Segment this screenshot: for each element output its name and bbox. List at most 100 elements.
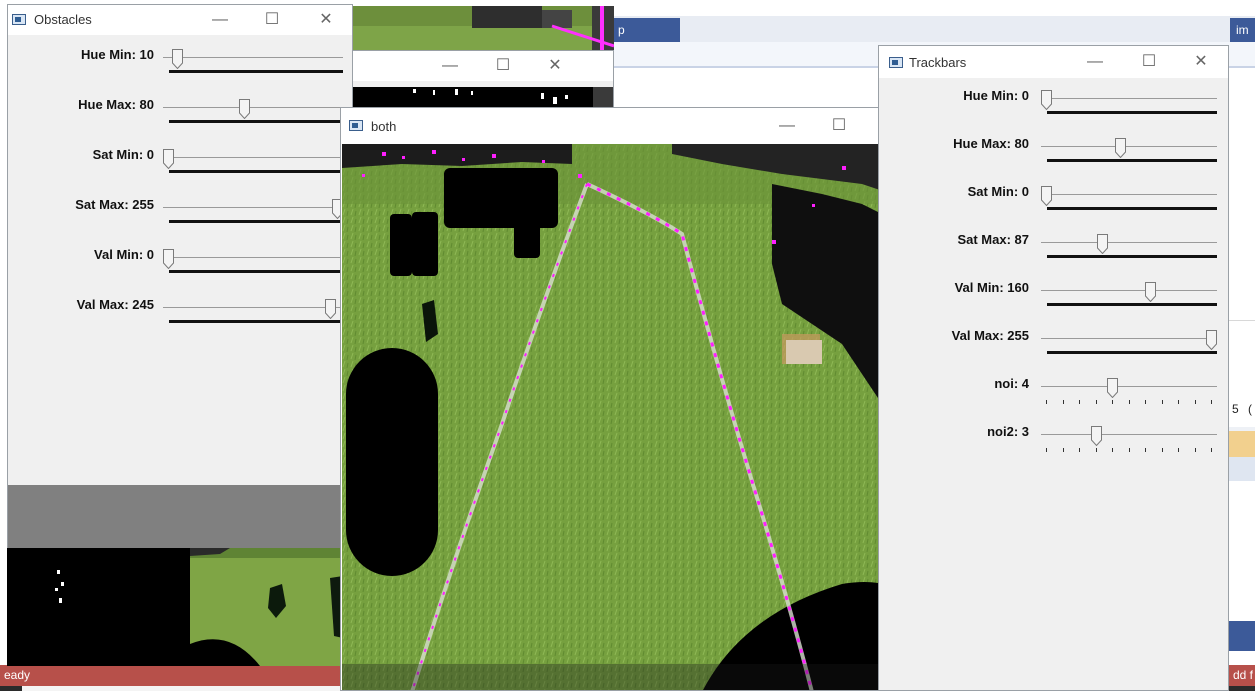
trackbar-row: Sat Min: 0 xyxy=(879,184,1228,214)
trackbar-row: noi2: 3 xyxy=(879,424,1228,454)
trackbar-row: Hue Max: 80 xyxy=(8,95,352,125)
obstacles-result-graphic xyxy=(190,548,343,666)
trackbar-label: Sat Min: 0 xyxy=(967,184,1029,199)
trackbar-tick xyxy=(1145,400,1146,404)
window-app-icon xyxy=(12,14,26,25)
trackbar-row: Sat Max: 87 xyxy=(879,232,1228,262)
trackbar-track[interactable] xyxy=(1041,194,1217,195)
trackbar-label: Sat Max: 87 xyxy=(957,232,1029,247)
trackbar-thumb[interactable] xyxy=(1107,378,1118,398)
trackbar-label: Val Min: 0 xyxy=(94,247,154,262)
obstacles-mask-image xyxy=(7,548,190,666)
trackbar-track[interactable] xyxy=(1041,290,1217,291)
ide-right-glyph-2: ( xyxy=(1248,402,1252,416)
trackbar-tick xyxy=(1194,448,1196,452)
ide-right-glyph-1: 5 xyxy=(1232,402,1239,416)
trackbar-underline xyxy=(1047,207,1217,210)
trackbar-thumb[interactable] xyxy=(238,99,250,119)
obstacles-maximize-button[interactable]: ☐ xyxy=(260,9,284,31)
ide-tab-2[interactable]: im xyxy=(1230,18,1255,42)
trackbar-thumb[interactable] xyxy=(1144,282,1156,302)
trackbar-label: Hue Min: 0 xyxy=(963,88,1029,103)
trackbar-tick xyxy=(1112,448,1113,452)
both-maximize-button[interactable]: ☐ xyxy=(827,115,851,137)
trackbar-row: Val Min: 160 xyxy=(879,280,1228,310)
both-minimize-button[interactable]: — xyxy=(775,115,799,137)
trackbar-thumb[interactable] xyxy=(1114,138,1126,158)
trackbar-track[interactable] xyxy=(163,107,343,108)
ide-tab-2-label: im xyxy=(1236,23,1249,37)
both-camera-image xyxy=(342,144,921,690)
obstacles-window-title: Obstacles xyxy=(34,12,92,27)
obstacles-mask-graphic xyxy=(7,548,190,666)
trackbar-track[interactable] xyxy=(163,257,343,258)
trackbar-tick xyxy=(1178,400,1179,404)
camera-image-strip xyxy=(352,6,614,52)
untitled-minimize-button[interactable]: — xyxy=(438,55,462,77)
camera-image-strip-graphic xyxy=(352,6,614,52)
trackbar-tick xyxy=(1112,400,1113,404)
obstacles-result-image xyxy=(190,548,343,666)
trackbars-close-button[interactable]: ✕ xyxy=(1189,51,1213,73)
trackbar-tick xyxy=(1079,448,1080,452)
obstacles-minimize-button[interactable]: — xyxy=(208,9,232,31)
both-camera-graphic xyxy=(342,144,921,690)
trackbar-thumb[interactable] xyxy=(1041,186,1052,206)
trackbar-track[interactable] xyxy=(1041,146,1217,147)
ide-status-left-text: eady xyxy=(4,668,31,682)
trackbar-label: Sat Max: 255 xyxy=(75,197,154,212)
trackbar-track[interactable] xyxy=(1041,242,1217,243)
trackbar-thumb[interactable] xyxy=(1097,234,1109,254)
obstacles-close-button[interactable]: ✕ xyxy=(314,9,338,31)
trackbar-tick xyxy=(1095,400,1097,404)
both-window: both — ☐ ✕ xyxy=(340,107,922,691)
trackbar-tick xyxy=(1161,448,1163,452)
trackbar-label: noi: 4 xyxy=(994,376,1029,391)
trackbar-thumb[interactable] xyxy=(1090,426,1102,446)
trackbar-track[interactable] xyxy=(1041,338,1217,339)
trackbar-track[interactable] xyxy=(1041,98,1217,99)
trackbar-underline xyxy=(169,220,343,223)
trackbar-thumb[interactable] xyxy=(163,249,174,269)
trackbar-label: Val Max: 245 xyxy=(76,297,154,312)
trackbar-underline xyxy=(1047,303,1217,306)
trackbar-track[interactable] xyxy=(163,157,343,158)
trackbar-row: Val Max: 245 xyxy=(8,295,352,325)
trackbar-track[interactable] xyxy=(1041,434,1217,435)
trackbar-row: noi: 4 xyxy=(879,376,1228,406)
untitled-window-titlebar[interactable]: — ☐ ✕ xyxy=(353,51,613,81)
trackbar-row: Sat Min: 0 xyxy=(8,145,352,175)
trackbar-tick xyxy=(1161,400,1163,404)
trackbar-label: Sat Min: 0 xyxy=(92,147,154,162)
trackbars-maximize-button[interactable]: ☐ xyxy=(1137,51,1161,73)
obstacles-window: Obstacles — ☐ ✕ Hue Min: 10 Hue Max: 80 Sa… xyxy=(7,4,353,552)
trackbar-label: Hue Max: 80 xyxy=(78,97,154,112)
untitled-close-button[interactable]: ✕ xyxy=(543,55,567,77)
trackbar-track[interactable] xyxy=(163,57,343,58)
trackbar-label: Hue Min: 10 xyxy=(81,47,154,62)
trackbar-underline xyxy=(1047,351,1217,354)
trackbars-minimize-button[interactable]: — xyxy=(1083,51,1107,73)
both-window-titlebar[interactable]: both — ☐ ✕ xyxy=(341,108,921,144)
ide-tab-1[interactable]: p xyxy=(612,18,680,42)
trackbar-row: Val Max: 255 xyxy=(879,328,1228,358)
trackbar-thumb[interactable] xyxy=(163,149,174,169)
ide-tab-1-label: p xyxy=(618,23,625,37)
untitled-maximize-button[interactable]: ☐ xyxy=(491,55,515,77)
trackbar-track[interactable] xyxy=(1041,386,1217,387)
trackbar-track[interactable] xyxy=(163,307,343,308)
trackbar-underline xyxy=(169,70,343,73)
trackbar-thumb[interactable] xyxy=(1206,330,1217,350)
trackbar-thumb[interactable] xyxy=(172,49,184,69)
trackbar-tick xyxy=(1079,400,1080,404)
trackbar-thumb[interactable] xyxy=(325,299,337,319)
obstacles-window-titlebar[interactable]: Obstacles — ☐ ✕ xyxy=(8,5,352,35)
trackbar-label: Val Min: 160 xyxy=(954,280,1029,295)
trackbar-tick xyxy=(1211,400,1212,404)
trackbar-thumb[interactable] xyxy=(1041,90,1052,110)
trackbar-underline xyxy=(169,120,343,123)
trackbars-window-titlebar[interactable]: Trackbars — ☐ ✕ xyxy=(879,46,1228,78)
obstacles-empty-area xyxy=(8,485,352,549)
trackbar-underline xyxy=(169,320,343,323)
trackbar-track[interactable] xyxy=(163,207,343,208)
